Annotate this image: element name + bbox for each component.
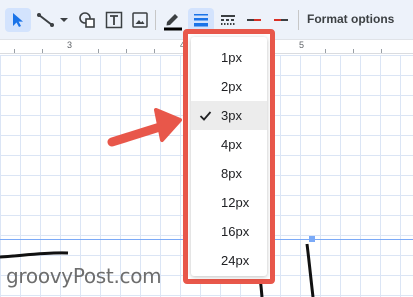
app-window: Format options 3 4 5 groovyPost.com 1px — [0, 0, 413, 297]
menu-item-24px[interactable]: 24px — [191, 246, 267, 275]
menu-item-label: 1px — [221, 50, 242, 65]
menu-item-1px[interactable]: 1px — [191, 43, 267, 72]
menu-item-3px[interactable]: 3px — [191, 101, 267, 130]
menu-item-label: 24px — [221, 253, 250, 268]
menu-item-label: 16px — [221, 224, 250, 239]
menu-item-label: 4px — [221, 137, 242, 152]
menu-item-label: 8px — [221, 166, 242, 181]
highlight-frame: 1px 2px 3px 4px 8px 12px 16px 24px — [183, 29, 275, 284]
menu-item-2px[interactable]: 2px — [191, 72, 267, 101]
menu-item-8px[interactable]: 8px — [191, 159, 267, 188]
menu-item-label: 3px — [221, 108, 242, 123]
menu-item-4px[interactable]: 4px — [191, 130, 267, 159]
menu-item-label: 2px — [221, 79, 242, 94]
menu-item-12px[interactable]: 12px — [191, 188, 267, 217]
line-weight-menu: 1px 2px 3px 4px 8px 12px 16px 24px — [191, 37, 267, 276]
checkmark-icon — [199, 111, 212, 121]
menu-item-16px[interactable]: 16px — [191, 217, 267, 246]
menu-item-label: 12px — [221, 195, 250, 210]
